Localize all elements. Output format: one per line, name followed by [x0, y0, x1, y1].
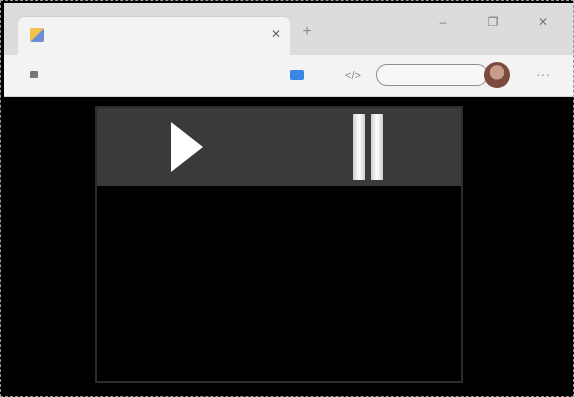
tab-strip: ✕ + – ❐ ✕: [4, 3, 574, 55]
status-pill[interactable]: [376, 64, 488, 86]
close-icon[interactable]: ✕: [268, 26, 284, 42]
minimize-icon[interactable]: –: [428, 11, 458, 33]
maximize-icon[interactable]: ❐: [478, 11, 508, 33]
pause-icon: [371, 114, 383, 180]
reader-mode-icon[interactable]: </>: [344, 67, 362, 85]
page-content: [4, 98, 574, 397]
more-dots-icon[interactable]: ···: [532, 67, 554, 85]
close-icon[interactable]: ✕: [528, 11, 558, 33]
extension-icon[interactable]: [290, 70, 304, 80]
tab-title: [52, 29, 252, 41]
page-favicon-icon: [30, 28, 44, 42]
player-controls: [97, 108, 461, 186]
address-bar[interactable]: [30, 69, 282, 83]
lock-icon[interactable]: [30, 71, 38, 78]
avatar[interactable]: [484, 62, 510, 88]
media-player: [95, 106, 463, 383]
pause-icon: [353, 114, 365, 180]
plus-icon[interactable]: +: [298, 23, 316, 41]
browser-tab[interactable]: ✕: [18, 17, 290, 55]
play-button[interactable]: [167, 118, 207, 176]
browser-toolbar: </> ···: [4, 55, 574, 97]
play-icon: [171, 122, 203, 172]
pause-button[interactable]: [349, 114, 389, 180]
video-area[interactable]: [97, 186, 461, 381]
